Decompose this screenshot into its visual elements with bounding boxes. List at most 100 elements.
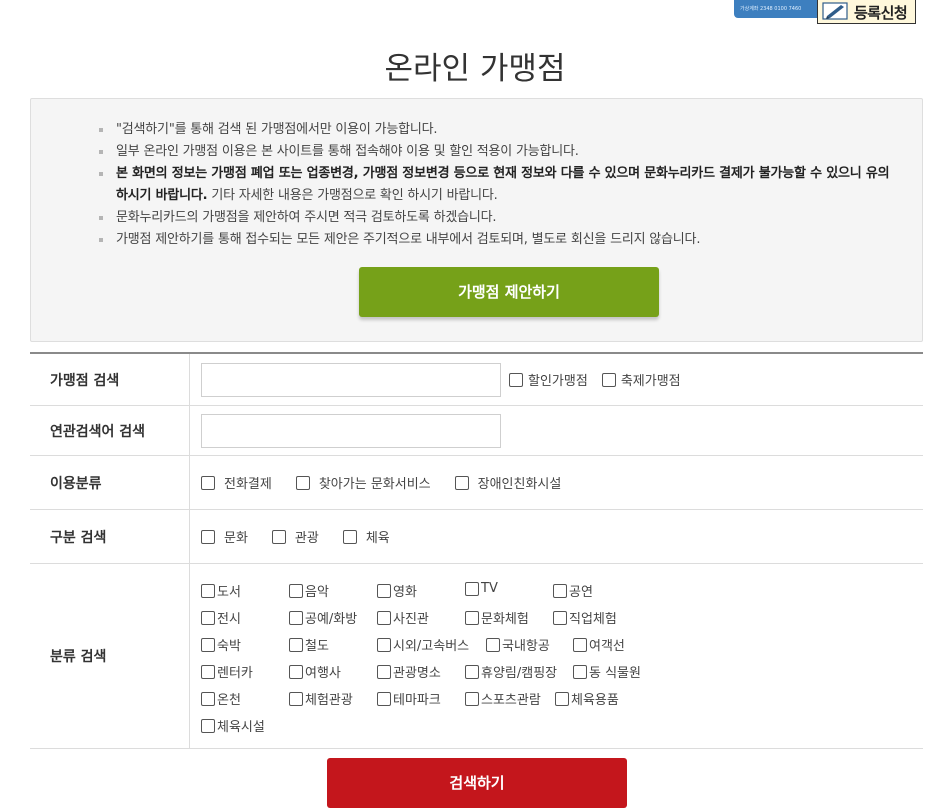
category-checkbox[interactable]: 도서 [201, 581, 241, 600]
checkbox-box[interactable] [377, 664, 391, 679]
banner-account-strip: 가상계좌 2348 0100 7460 [734, 0, 820, 18]
category-label: 분류 검색 [30, 564, 190, 748]
category-checkbox-label: 공연 [569, 585, 593, 600]
checkbox-box[interactable] [289, 637, 303, 652]
checkbox-box[interactable] [289, 610, 303, 625]
store-search-input[interactable] [201, 362, 501, 397]
category-grid: 도서 음악 영화 TV 공연전시 공예/화방 사진관 문화체험 직업체험숙박 철도 시외/고속버스 국… [190, 564, 923, 748]
category-checkbox[interactable]: 여객선 [573, 635, 625, 654]
checkbox-box[interactable] [289, 664, 303, 679]
category-checkbox-label: 체험관광 [305, 693, 353, 708]
checkbox-box[interactable] [573, 664, 587, 679]
category-checkbox[interactable]: 테마파크 [377, 689, 441, 708]
checkbox-box[interactable] [201, 529, 215, 544]
notice-item: "검색하기"를 통해 검색 된 가맹점에서만 이용이 가능합니다. [99, 119, 899, 141]
category-checkbox[interactable]: 체험관광 [289, 689, 353, 708]
division-checkbox-sports[interactable]: 체육 [342, 527, 390, 546]
division-row: 구분 검색 문화 관광 체육 [30, 510, 923, 564]
category-checkbox[interactable]: 체육시설 [201, 716, 265, 735]
category-checkbox[interactable]: 영화 [377, 581, 417, 600]
category-checkbox[interactable]: 철도 [289, 635, 329, 654]
checkbox-box[interactable] [201, 718, 215, 733]
checkbox-box[interactable] [201, 610, 215, 625]
category-checkbox[interactable]: 국내항공 [486, 635, 550, 654]
propose-store-button[interactable]: 가맹점 제안하기 [359, 267, 659, 317]
checkbox-box[interactable] [454, 475, 469, 490]
checkbox-box[interactable] [601, 372, 616, 387]
discount-store-label: 할인가맹점 [528, 374, 588, 389]
checkbox-box[interactable] [486, 637, 500, 652]
division-checkbox-culture[interactable]: 문화 [201, 527, 248, 546]
checkbox-box[interactable] [377, 583, 391, 598]
checkbox-box[interactable] [377, 610, 391, 625]
notice-item: 일부 온라인 가맹점 이용은 본 사이트를 통해 접속해야 이용 및 할인 적용… [99, 141, 899, 163]
checkbox-box[interactable] [295, 475, 310, 490]
category-checkbox[interactable]: 렌터카 [201, 662, 253, 681]
banner-account-text: 가상계좌 2348 0100 7460 [740, 6, 802, 12]
usage-checkbox-visiting[interactable]: 찾아가는 문화서비스 [295, 473, 431, 492]
category-checkbox[interactable]: 관광명소 [377, 662, 441, 681]
category-checkbox[interactable]: 사진관 [377, 608, 429, 627]
category-checkbox-label: 숙박 [217, 639, 241, 654]
checkbox-box[interactable] [201, 475, 215, 490]
category-checkbox[interactable]: 휴양림/캠핑장 [465, 662, 557, 681]
category-checkbox[interactable]: 숙박 [201, 635, 241, 654]
checkbox-box[interactable] [377, 637, 391, 652]
top-banner[interactable]: 가상계좌 2348 0100 7460 등록신청 [680, 0, 925, 24]
search-button[interactable]: 검색하기 [327, 758, 627, 808]
category-checkbox[interactable]: 스포츠관람 [465, 689, 541, 708]
festival-store-label: 축제가맹점 [620, 374, 681, 389]
checkbox-box[interactable] [465, 610, 479, 625]
checkbox-box[interactable] [465, 664, 479, 679]
search-form: 가맹점 검색 할인가맹점 축제가맹점 연관검색어 검색 이용분류 전화결제 찾아… [30, 352, 923, 749]
checkbox-box[interactable] [201, 583, 215, 598]
checkbox-box[interactable] [509, 372, 523, 387]
checkbox-box[interactable] [555, 691, 569, 706]
category-checkbox-label: 여객선 [589, 639, 625, 654]
checkbox-box[interactable] [271, 529, 286, 544]
category-checkbox[interactable]: TV [465, 581, 498, 596]
discount-store-checkbox[interactable]: 할인가맹점 [509, 370, 588, 389]
category-checkbox[interactable]: 문화체험 [465, 608, 529, 627]
category-checkbox-label: 문화체험 [481, 612, 529, 627]
checkbox-box[interactable] [201, 691, 215, 706]
checkbox-box[interactable] [377, 691, 391, 706]
category-checkbox[interactable]: 음악 [289, 581, 329, 600]
checkbox-box[interactable] [342, 529, 357, 544]
festival-store-checkbox[interactable]: 축제가맹점 [601, 370, 681, 389]
checkbox-box[interactable] [573, 637, 587, 652]
category-checkbox-label: 철도 [305, 639, 329, 654]
usage-checkbox-phone[interactable]: 전화결제 [201, 473, 272, 492]
category-checkbox[interactable]: 공연 [553, 581, 593, 600]
notice-item: 본 화면의 정보는 가맹점 폐업 또는 업종변경, 가맹점 정보변경 등으로 현… [99, 163, 899, 207]
checkbox-box[interactable] [465, 581, 479, 596]
category-checkbox-label: 시외/고속버스 [393, 639, 470, 654]
checkbox-box[interactable] [201, 664, 215, 679]
checkbox-box[interactable] [553, 610, 567, 625]
category-checkbox[interactable]: 시외/고속버스 [377, 635, 469, 654]
usage-checkbox-accessible[interactable]: 장애인친화시설 [454, 473, 561, 492]
category-row: 분류 검색 도서 음악 영화 TV 공연전시 공예/화방 사진관 문화체험 직업체험숙박 철도 시외… [30, 564, 923, 749]
category-checkbox[interactable]: 공예/화방 [289, 608, 357, 627]
category-checkbox[interactable]: 직업체험 [553, 608, 617, 627]
division-checkbox-tourism[interactable]: 관광 [271, 527, 319, 546]
category-checkbox[interactable]: 동 식물원 [573, 662, 641, 681]
category-checkbox-label: 체육용품 [571, 693, 619, 708]
category-checkbox[interactable]: 여행사 [289, 662, 341, 681]
division-label: 구분 검색 [30, 510, 190, 563]
checkbox-box[interactable] [553, 583, 567, 598]
category-checkbox[interactable]: 체육용품 [555, 689, 619, 708]
checkbox-box[interactable] [201, 637, 215, 652]
notice-item: 가맹점 제안하기를 통해 접수되는 모든 제안은 주기적으로 내부에서 검토되며… [99, 229, 899, 251]
register-banner[interactable]: 등록신청 [817, 0, 916, 24]
checkbox-box[interactable] [465, 691, 479, 706]
category-checkbox[interactable]: 온천 [201, 689, 241, 708]
keyword-search-input[interactable] [201, 413, 501, 448]
keyword-search-row: 연관검색어 검색 [30, 406, 923, 456]
category-cell: 도서 음악 영화 TV 공연전시 공예/화방 사진관 문화체험 직업체험숙박 철도 시외/고속버스 국… [190, 564, 923, 748]
category-checkbox-label: 도서 [217, 585, 241, 600]
store-search-label: 가맹점 검색 [30, 354, 190, 405]
checkbox-box[interactable] [289, 583, 303, 598]
category-checkbox[interactable]: 전시 [201, 608, 241, 627]
checkbox-box[interactable] [289, 691, 303, 706]
